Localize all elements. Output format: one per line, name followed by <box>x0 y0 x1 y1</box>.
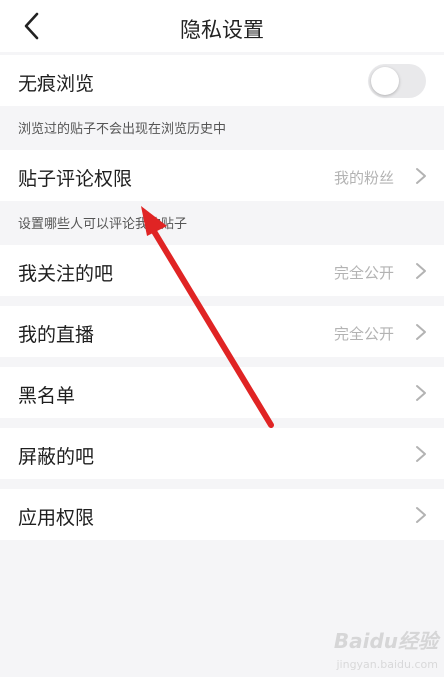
settings-item-label: 应用权限 <box>18 507 95 529</box>
settings-item-label: 黑名单 <box>18 385 76 407</box>
nav-bar: 隐私设置 <box>0 0 444 52</box>
settings-item-label: 我关注的吧 <box>18 263 114 285</box>
blocked-bars-row[interactable]: 屏蔽的吧 <box>0 428 444 479</box>
chevron-right-icon <box>416 507 426 523</box>
chevron-right-icon <box>416 385 426 401</box>
incognito-row: 无痕浏览 <box>0 55 444 106</box>
settings-item-label: 我的直播 <box>18 324 95 346</box>
watermark-logo: Baidu经验 <box>333 629 438 653</box>
page-title: 隐私设置 <box>180 18 264 42</box>
settings-item-label: 屏蔽的吧 <box>18 446 95 468</box>
toggle-knob <box>371 67 399 95</box>
chevron-right-icon <box>416 446 426 462</box>
followed-bars-row[interactable]: 我关注的吧 完全公开 <box>0 245 444 296</box>
incognito-label: 无痕浏览 <box>18 73 95 95</box>
my-live-row[interactable]: 我的直播 完全公开 <box>0 306 444 357</box>
incognito-toggle[interactable] <box>368 64 426 98</box>
chevron-right-icon <box>416 168 426 184</box>
app-permissions-row[interactable]: 应用权限 <box>0 489 444 540</box>
settings-item-value: 完全公开 <box>333 264 394 282</box>
watermark-url: jingyan.baidu.com <box>336 658 438 671</box>
chevron-right-icon <box>416 324 426 340</box>
settings-item-value: 完全公开 <box>333 325 394 343</box>
comment-permission-row[interactable]: 贴子评论权限 我的粉丝 <box>0 150 444 201</box>
comment-permission-hint: 设置哪些人可以评论我的贴子 <box>18 217 188 232</box>
comment-permission-label: 贴子评论权限 <box>18 168 133 190</box>
chevron-right-icon <box>416 263 426 279</box>
watermark: Baidu经验 jingyan.baidu.com <box>314 625 438 671</box>
incognito-hint: 浏览过的贴子不会出现在浏览历史中 <box>18 122 227 137</box>
blacklist-row[interactable]: 黑名单 <box>0 367 444 418</box>
comment-permission-value: 我的粉丝 <box>333 169 394 187</box>
